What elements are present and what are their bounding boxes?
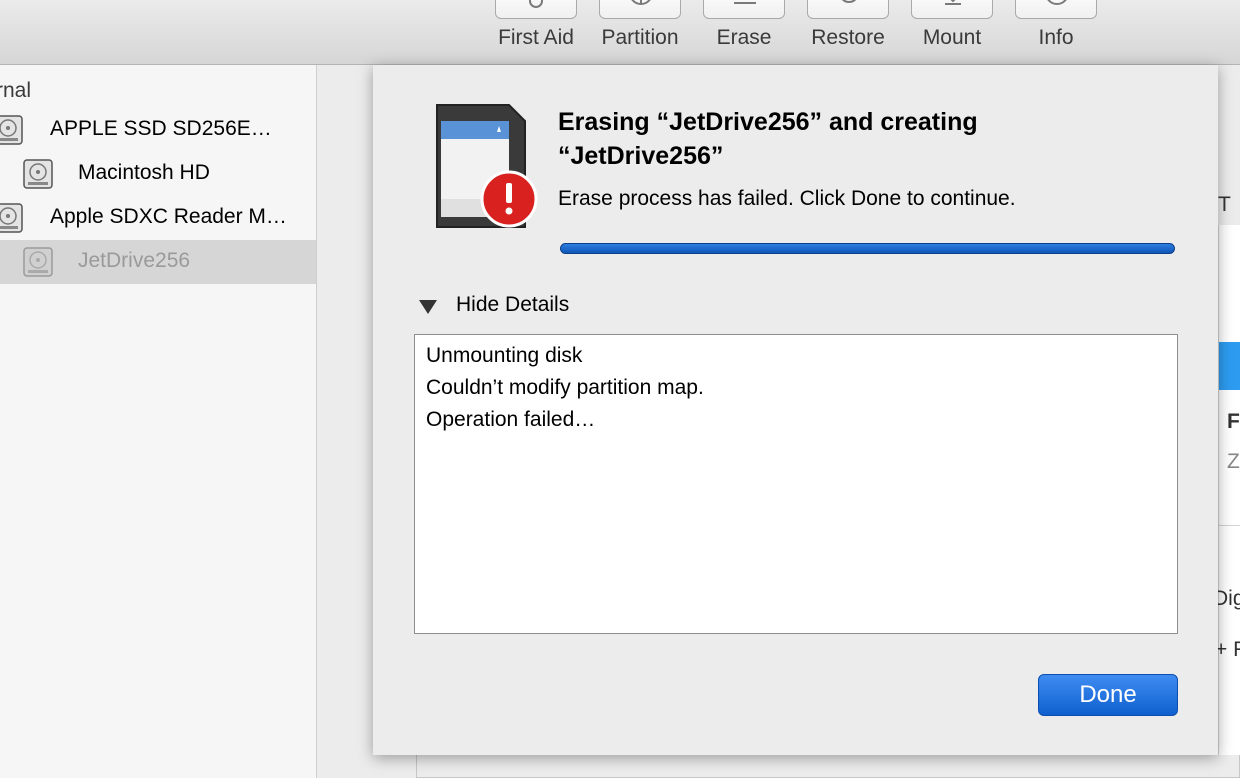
partition-label: Partition	[601, 26, 679, 49]
erase-progress-sheet: Erasing “JetDrive256” and creating “JetD…	[373, 65, 1218, 755]
restore-icon	[842, 0, 856, 3]
sidebar-section-header: rnal	[0, 79, 32, 102]
sd-card-alert-icon	[436, 104, 538, 228]
partition-button[interactable]: Partition	[588, 0, 692, 68]
mount-button[interactable]: Mount	[900, 0, 1004, 68]
volume-icon	[23, 159, 53, 189]
log-line: Operation failed…	[426, 408, 596, 431]
divider	[1219, 525, 1240, 526]
usage-bar	[1219, 342, 1240, 390]
info-label: Info	[1038, 26, 1074, 49]
volume-icon	[23, 247, 53, 277]
sidebar-item-label: Macintosh HD	[78, 161, 210, 184]
erase-button[interactable]: Erase	[692, 0, 796, 68]
progress-bar	[560, 243, 1175, 254]
first-aid-label: First Aid	[498, 26, 574, 49]
partial-text: T	[1218, 193, 1231, 216]
info-icon	[1047, 0, 1067, 5]
details-disclosure[interactable]: Hide Details	[417, 291, 677, 321]
restore-label: Restore	[811, 26, 885, 49]
pie-chart-icon	[631, 0, 651, 5]
eject-icon	[945, 0, 961, 5]
dialog-message: Erase process has failed. Click Done to …	[558, 187, 1016, 210]
restore-button[interactable]: Restore	[796, 0, 900, 68]
hard-disk-icon	[0, 203, 23, 233]
bottom-panel	[416, 755, 1240, 778]
toolbar: First Aid Partition Erase Restore Mount …	[0, 0, 1240, 65]
eraser-icon	[734, 2, 756, 4]
disclosure-triangle-icon	[419, 300, 437, 314]
first-aid-button[interactable]: First Aid	[484, 0, 588, 68]
sidebar: rnal APPLE SSD SD256E… Macintosh HD Appl…	[0, 65, 317, 778]
stethoscope-icon	[529, 0, 543, 8]
sidebar-item-label: APPLE SSD SD256E…	[50, 117, 272, 140]
partial-text: F	[1227, 410, 1240, 433]
log-line: Couldn’t modify partition map.	[426, 376, 704, 399]
done-button[interactable]: Done	[1038, 674, 1178, 716]
mount-label: Mount	[922, 26, 982, 49]
details-log[interactable]: Unmounting disk Couldn’t modify partitio…	[414, 334, 1178, 634]
sidebar-item-macintosh-hd[interactable]: Macintosh HD	[0, 152, 316, 196]
sidebar-item-label: JetDrive256	[78, 249, 191, 272]
partial-text: Z	[1227, 450, 1240, 473]
sidebar-item-jetdrive256[interactable]: JetDrive256	[0, 240, 316, 284]
dialog-title: Erasing “JetDrive256” and creating “JetD…	[558, 108, 978, 170]
log-line: Unmounting disk	[426, 344, 583, 367]
info-button[interactable]: Info	[1004, 0, 1108, 68]
erase-label: Erase	[716, 26, 772, 49]
sidebar-item-label: Apple SDXC Reader M…	[50, 205, 287, 228]
sidebar-item-sdxc-reader[interactable]: Apple SDXC Reader M…	[0, 196, 316, 240]
partial-text: + F	[1215, 638, 1240, 661]
details-toggle-label: Hide Details	[456, 293, 570, 316]
sidebar-item-apple-ssd[interactable]: APPLE SSD SD256E…	[0, 108, 316, 152]
info-panel: F Z Dig + F	[1213, 225, 1240, 755]
hard-disk-icon	[0, 115, 23, 145]
